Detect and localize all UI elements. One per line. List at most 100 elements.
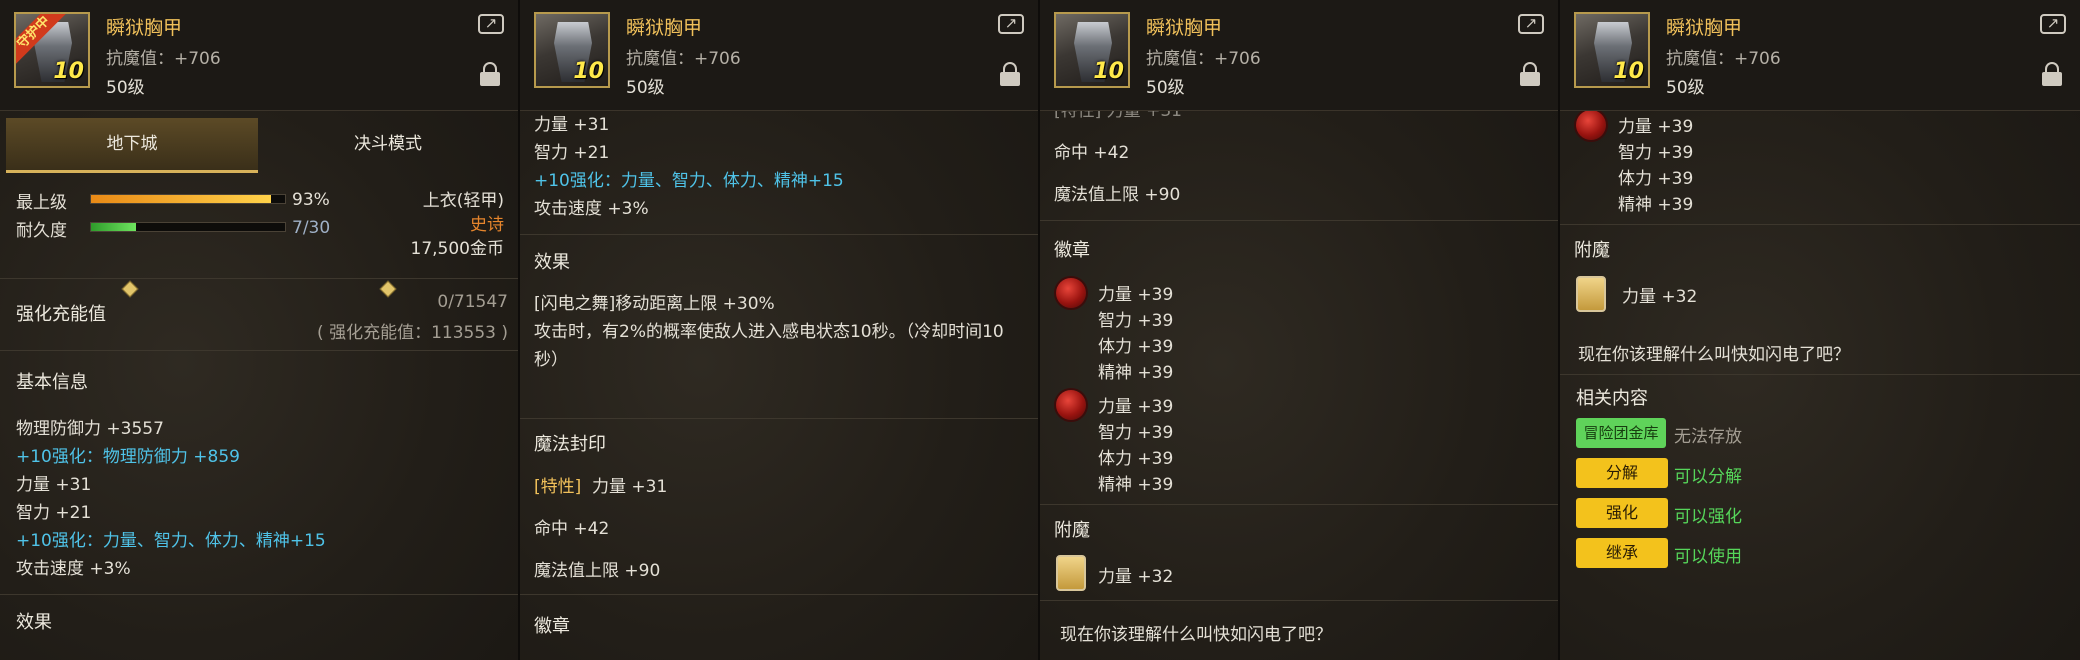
- grade-label: 最上级: [16, 193, 67, 213]
- share-icon[interactable]: ↗: [2040, 14, 2066, 34]
- atk-speed: 攻击速度 +3%: [16, 559, 131, 579]
- item-header: 10 瞬狱胸甲 抗魔值：+706 50级 ↗: [1040, 0, 1558, 111]
- seal-mp: 魔法值上限 +90: [534, 561, 661, 581]
- adventure-vault-button[interactable]: 冒险团金库: [1576, 418, 1666, 448]
- emblem-stat: 精神 +39: [1098, 475, 1174, 495]
- emblem-title: 徽章: [1054, 240, 1090, 261]
- effect-title: 效果: [534, 252, 570, 273]
- item-header: 10 瞬狱胸甲 抗魔值：+706 50级 ↗: [1560, 0, 2080, 111]
- emblem-stat: 体力 +39: [1618, 169, 1694, 189]
- effect-title: 效果: [16, 612, 52, 633]
- seal-hit: 命中 +42: [1054, 143, 1130, 163]
- item-name: 瞬狱胸甲: [626, 17, 703, 39]
- mode-tabs: 地下城 决斗模式: [0, 118, 518, 298]
- durability-bar-fill: [91, 223, 137, 231]
- upgrade-level: 10: [53, 59, 84, 84]
- atk-speed: 攻击速度 +3%: [534, 199, 649, 219]
- lock-icon[interactable]: [1000, 62, 1020, 86]
- item-icon[interactable]: 守护中 10: [14, 12, 90, 88]
- divider: [0, 594, 518, 595]
- item-icon[interactable]: 10: [534, 12, 610, 88]
- divider: [1560, 224, 2080, 225]
- lock-icon[interactable]: [480, 62, 500, 86]
- item-header: 10 瞬狱胸甲 抗魔值：+706 50级 ↗: [520, 0, 1038, 111]
- lock-icon[interactable]: [2042, 62, 2062, 86]
- upgrade-level: 10: [1093, 59, 1124, 84]
- item-icon[interactable]: 10: [1054, 12, 1130, 88]
- effect-line-1: [闪电之舞]移动距离上限 +30%: [534, 294, 775, 314]
- item-level: 50级: [1146, 78, 1185, 98]
- emblem-stat: 力量 +39: [1098, 397, 1174, 417]
- flavor-text: 现在你该理解什么叫快如闪电了吧？: [1060, 625, 1332, 645]
- grade-bar: [90, 194, 286, 204]
- item-name: 瞬狱胸甲: [1146, 17, 1223, 39]
- emblem-stat: 体力 +39: [1098, 337, 1174, 357]
- item-tooltip-panel-2: 10 瞬狱胸甲 抗魔值：+706 50级 ↗ 力量 +31 智力 +21 +10…: [520, 0, 1040, 660]
- stat-int: 智力 +21: [534, 143, 610, 163]
- divider: [0, 350, 518, 351]
- item-resist: 抗魔值：+706: [626, 49, 741, 69]
- emblem-stat: 精神 +39: [1098, 363, 1174, 383]
- seal-trait-tag: [特性]: [534, 477, 582, 497]
- item-name: 瞬狱胸甲: [106, 17, 183, 39]
- grade-bar-fill: [91, 195, 272, 203]
- divider: [1040, 220, 1558, 221]
- item-resist: 抗魔值：+706: [1666, 49, 1781, 69]
- phys-def: 物理防御力 +3557: [16, 419, 164, 439]
- stat-int: 智力 +21: [16, 503, 92, 523]
- disassemble-status: 可以分解: [1674, 467, 1742, 487]
- item-resist: 抗魔值：+706: [1146, 49, 1261, 69]
- emblem-stat: 智力 +39: [1618, 143, 1694, 163]
- effect-line-2: 攻击时，有2%的概率使敌人进入感电状态10秒。（冷却时间10秒）: [534, 322, 1004, 370]
- phys-def-bonus: +10强化：物理防御力 +859: [16, 447, 240, 467]
- share-icon[interactable]: ↗: [1518, 14, 1544, 34]
- durability-value: 7/30: [292, 218, 331, 238]
- share-icon[interactable]: ↗: [998, 14, 1024, 34]
- item-header: 守护中 10 瞬狱胸甲 抗魔值：+706 50级 ↗: [0, 0, 518, 111]
- emblem-stat: 智力 +39: [1098, 311, 1174, 331]
- emblem-stat: 力量 +39: [1098, 285, 1174, 305]
- enchant-card-icon[interactable]: [1576, 276, 1606, 312]
- flavor-text: 现在你该理解什么叫快如闪电了吧？: [1578, 345, 1850, 365]
- enchant-card-icon[interactable]: [1056, 555, 1086, 591]
- red-emblem-icon[interactable]: [1576, 110, 1606, 140]
- charge-value: 0/71547: [437, 292, 508, 312]
- enhance-button[interactable]: 强化: [1576, 498, 1668, 528]
- item-icon[interactable]: 10: [1574, 12, 1650, 88]
- all-stat-bonus: +10强化：力量、智力、体力、精神+15: [534, 171, 844, 191]
- red-emblem-icon[interactable]: [1056, 278, 1086, 308]
- divider: [520, 234, 1038, 235]
- emblem-stat: 力量 +39: [1618, 117, 1694, 137]
- enchant-value: 力量 +32: [1622, 287, 1698, 307]
- share-icon[interactable]: ↗: [478, 14, 504, 34]
- disassemble-button[interactable]: 分解: [1576, 458, 1668, 488]
- item-resist: 抗魔值：+706: [106, 49, 221, 69]
- equip-slot: 上衣(轻甲): [422, 191, 504, 211]
- tab-pvp[interactable]: 决斗模式: [262, 118, 514, 170]
- enchant-value: 力量 +32: [1098, 567, 1174, 587]
- divider: [520, 594, 1038, 595]
- lock-icon[interactable]: [1520, 62, 1540, 86]
- seal-title: 魔法封印: [534, 434, 606, 455]
- grade-percent: 93%: [292, 190, 330, 210]
- inherit-button[interactable]: 继承: [1576, 538, 1668, 568]
- seal-hit: 命中 +42: [534, 519, 610, 539]
- tab-dungeon[interactable]: 地下城: [6, 118, 258, 173]
- tab-indicator-icon: [121, 280, 139, 298]
- rarity: 史诗: [470, 215, 504, 235]
- divider: [0, 278, 518, 279]
- item-tooltip-panel-4: 10 瞬狱胸甲 抗魔值：+706 50级 ↗ 力量 +39 智力 +39 体力 …: [1560, 0, 2080, 660]
- item-level: 50级: [106, 78, 145, 98]
- red-emblem-icon[interactable]: [1056, 390, 1086, 420]
- stat-str: 力量 +31: [16, 475, 92, 495]
- item-level: 50级: [1666, 78, 1705, 98]
- inherit-status: 可以使用: [1674, 547, 1742, 567]
- divider: [1560, 374, 2080, 375]
- related-title: 相关内容: [1576, 388, 1648, 409]
- charge-note: ( 强化充能值：113553 ): [317, 323, 508, 343]
- durability-bar: [90, 222, 286, 232]
- enhance-status: 可以强化: [1674, 507, 1742, 527]
- divider: [1040, 504, 1558, 505]
- emblem-stat: 精神 +39: [1618, 195, 1694, 215]
- basic-info-title: 基本信息: [16, 372, 88, 393]
